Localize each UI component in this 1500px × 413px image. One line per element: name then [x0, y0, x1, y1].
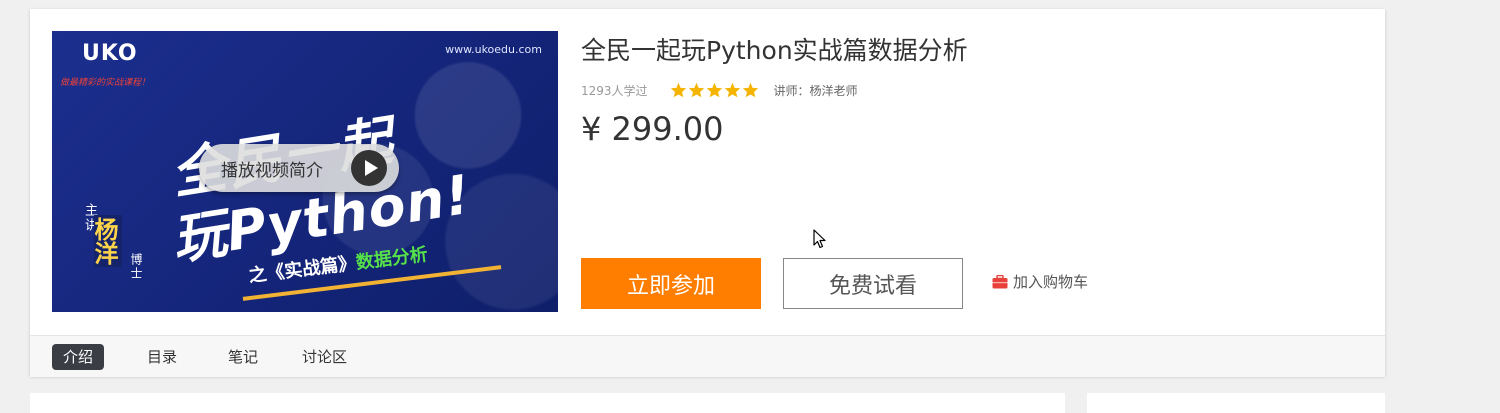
cover-slogan: 做最精彩的实战课程！	[60, 78, 151, 88]
cover-teacher-name: 杨洋	[90, 215, 122, 267]
play-intro-label: 播放视频简介	[221, 160, 323, 181]
teacher-label: 讲师：杨洋老师	[773, 83, 858, 98]
course-title: 全民一起玩Python实战篇数据分析	[581, 36, 968, 65]
main-content-panel	[30, 393, 1065, 413]
star-icon	[724, 82, 740, 98]
cover-teacher-suffix: 博士	[129, 253, 143, 281]
free-trial-button[interactable]: 免费试看	[783, 258, 963, 309]
add-to-cart-link[interactable]: 加入购物车	[992, 271, 1088, 292]
play-intro-video-button[interactable]: 播放视频简介	[199, 144, 399, 192]
course-card: UKO 做最精彩的实战课程！ www.ukoedu.com 全民一起 玩Pyth…	[30, 9, 1385, 377]
course-cover-image[interactable]: UKO 做最精彩的实战课程！ www.ukoedu.com 全民一起 玩Pyth…	[52, 31, 558, 312]
join-now-button[interactable]: 立即参加	[581, 258, 761, 309]
star-icon	[670, 82, 686, 98]
tab-catalog[interactable]: 目录	[147, 344, 177, 370]
briefcase-cart-icon	[992, 274, 1008, 288]
course-tab-bar: 介绍 目录 笔记 讨论区	[30, 335, 1385, 377]
add-to-cart-label: 加入购物车	[1013, 273, 1089, 291]
play-icon	[351, 150, 387, 186]
tab-notes[interactable]: 笔记	[228, 344, 258, 370]
star-icon	[742, 82, 758, 98]
rating-stars	[670, 82, 760, 98]
course-price: ¥ 299.00	[581, 110, 724, 148]
tab-intro[interactable]: 介绍	[52, 344, 105, 370]
learner-count: 1293人学过	[581, 83, 648, 98]
star-icon	[688, 82, 704, 98]
cover-site-url: www.ukoedu.com	[445, 43, 542, 56]
course-meta: 1293人学过 讲师：杨洋老师	[581, 81, 858, 99]
tab-discussion[interactable]: 讨论区	[302, 344, 347, 370]
mouse-pointer-icon	[813, 229, 827, 253]
side-panel	[1087, 393, 1385, 413]
star-icon	[706, 82, 722, 98]
cover-brand-logo: UKO	[82, 41, 138, 66]
